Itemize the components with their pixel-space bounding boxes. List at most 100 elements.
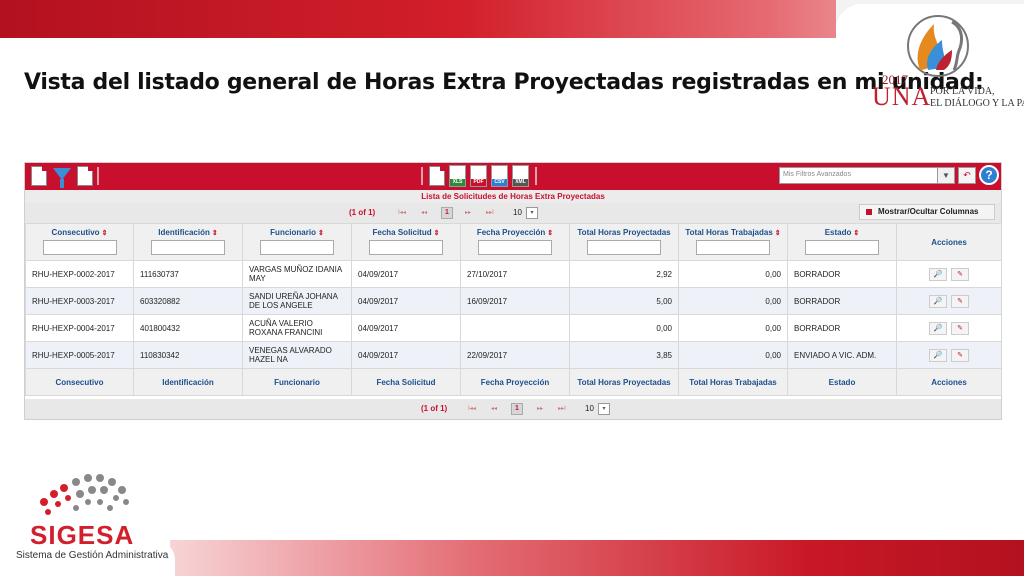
toggle-columns-button[interactable]: Mostrar/Ocultar Columnas [859, 204, 995, 220]
table-row[interactable]: RHU-HEXP-0004-2017 401800432 ACUÑA VALER… [25, 314, 1002, 342]
edit-icon[interactable]: ✎ [951, 267, 969, 281]
footer-column-label: Fecha Proyección [460, 368, 570, 396]
column-header[interactable]: Total Horas Trabajadas ⇕ [678, 223, 788, 261]
sigesa-name: SIGESA [30, 520, 135, 550]
filter-icon[interactable] [53, 168, 71, 188]
una-tagline-2: EL DIÁLOGO Y LA PAZ [930, 98, 1024, 109]
una-logo: 2017 UNA POR LA VIDA, EL DIÁLOGO Y LA PA… [868, 10, 1024, 118]
first-page-button[interactable]: I◂◂ [465, 404, 479, 414]
page-number-button[interactable]: 1 [511, 403, 523, 415]
cell-consecutivo: RHU-HEXP-0004-2017 [25, 314, 134, 342]
column-header-label: Fecha Solicitud [372, 228, 432, 237]
cell-identificacion: 110830342 [133, 341, 243, 369]
page-number-button[interactable]: 1 [441, 207, 453, 219]
sigesa-dots-icon [40, 474, 129, 515]
requests-table: Consecutivo ⇕ Identificación ⇕ Funcionario… [25, 223, 1002, 396]
last-page-button[interactable]: ▸▸I [555, 404, 569, 414]
sort-icon[interactable]: ⇕ [853, 230, 859, 237]
cell-estado: BORRADOR [787, 260, 897, 288]
app-window: XLS PDF CSV XML Mis Filtros Avanzados ▼ … [24, 162, 1002, 420]
column-header[interactable]: Consecutivo ⇕ [25, 223, 134, 261]
sort-icon[interactable]: ⇕ [212, 230, 218, 237]
view-icon[interactable]: 🔎 [929, 321, 947, 335]
una-flame-icon [907, 15, 969, 77]
cell-funcionario: SANDI UREÑA JOHANA DE LOS ANGELE [242, 287, 352, 315]
column-header-label: Identificación [158, 228, 210, 237]
cell-fecha-proyeccion: 16/09/2017 [460, 287, 570, 315]
sort-icon[interactable]: ⇕ [102, 230, 108, 237]
prev-page-button[interactable]: ◂◂ [417, 208, 431, 218]
sort-icon[interactable]: ⇕ [434, 230, 440, 237]
new-document-icon[interactable] [31, 166, 47, 186]
sort-icon[interactable]: ⇕ [318, 230, 324, 237]
help-icon[interactable]: ? [979, 165, 999, 185]
edit-icon[interactable]: ✎ [951, 321, 969, 335]
column-filter-input[interactable] [805, 240, 879, 255]
column-filter-input[interactable] [587, 240, 661, 255]
column-header[interactable]: Estado ⇕ [787, 223, 897, 261]
view-icon[interactable]: 🔎 [929, 267, 947, 281]
column-header[interactable]: Fecha Solicitud ⇕ [351, 223, 461, 261]
column-filter-input[interactable] [151, 240, 225, 255]
next-page-button[interactable]: ▸▸ [461, 208, 475, 218]
cell-fecha-solicitud: 04/09/2017 [351, 314, 461, 342]
column-header[interactable]: Identificación ⇕ [133, 223, 243, 261]
rows-per-page-value: 10 [513, 208, 522, 217]
cell-fecha-proyeccion [460, 314, 570, 342]
advanced-filters-select[interactable]: Mis Filtros Avanzados [779, 167, 955, 184]
column-filter-input[interactable] [696, 240, 770, 255]
last-page-button[interactable]: ▸▸I [483, 208, 497, 218]
export-xls-icon[interactable]: XLS [449, 165, 466, 187]
sigesa-subtitle: Sistema de Gestión Administrativa [16, 550, 169, 561]
cell-identificacion: 401800432 [133, 314, 243, 342]
cell-consecutivo: RHU-HEXP-0002-2017 [25, 260, 134, 288]
cell-identificacion: 111630737 [133, 260, 243, 288]
chevron-down-icon: ▾ [598, 403, 610, 415]
sort-icon[interactable]: ⇕ [775, 230, 781, 237]
export-csv-icon[interactable]: CSV [491, 165, 508, 187]
table-row[interactable]: RHU-HEXP-0005-2017 110830342 VENEGAS ALV… [25, 341, 1002, 369]
una-tagline-1: POR LA VIDA, [930, 86, 995, 97]
undo-button[interactable]: ↶ [958, 167, 976, 184]
cell-funcionario: VARGAS MUÑOZ IDANIA MAY [242, 260, 352, 288]
export-xml-icon[interactable]: XML [512, 165, 529, 187]
edit-icon[interactable]: ✎ [951, 348, 969, 362]
next-page-button[interactable]: ▸▸ [533, 404, 547, 414]
column-filter-input[interactable] [42, 240, 117, 255]
cell-acciones: 🔎 ✎ [896, 260, 1002, 288]
toolbar-separator [97, 167, 99, 185]
column-filter-input[interactable] [260, 240, 334, 255]
cell-horas-trabajadas: 0,00 [678, 260, 788, 288]
cell-horas-proyectadas: 0,00 [569, 314, 679, 342]
rows-per-page-select[interactable]: 10 ▾ [585, 403, 615, 416]
toolbar-separator [535, 167, 537, 185]
column-header-label: Estado [824, 228, 852, 237]
column-header[interactable]: Fecha Proyección ⇕ [460, 223, 570, 261]
cell-consecutivo: RHU-HEXP-0005-2017 [25, 341, 134, 369]
cell-funcionario: ACUÑA VALERIO ROXANA FRANCINI [242, 314, 352, 342]
bottom-decorative-band [170, 540, 1024, 576]
export-document-icon[interactable] [77, 166, 93, 186]
chevron-down-icon[interactable]: ▼ [937, 167, 955, 184]
footer-column-label: Total Horas Proyectadas [569, 368, 679, 396]
column-header[interactable]: Funcionario ⇕ [242, 223, 352, 261]
column-filter-input[interactable] [369, 240, 443, 255]
paginator-bottom: (1 of 1) I◂◂ ◂◂ 1 ▸▸ ▸▸I 10 ▾ [25, 399, 1001, 419]
table-row[interactable]: RHU-HEXP-0003-2017 603320882 SANDI UREÑA… [25, 287, 1002, 315]
cell-acciones: 🔎 ✎ [896, 314, 1002, 342]
view-icon[interactable]: 🔎 [929, 348, 947, 362]
edit-icon[interactable]: ✎ [951, 294, 969, 308]
first-page-button[interactable]: I◂◂ [395, 208, 409, 218]
view-icon[interactable]: 🔎 [929, 294, 947, 308]
table-row[interactable]: RHU-HEXP-0002-2017 111630737 VARGAS MUÑO… [25, 260, 1002, 288]
blank-document-icon[interactable] [429, 166, 445, 186]
export-pdf-icon[interactable]: PDF [470, 165, 487, 187]
cell-fecha-proyeccion: 27/10/2017 [460, 260, 570, 288]
rows-per-page-select[interactable]: 10 ▾ [513, 207, 543, 220]
column-filter-input[interactable] [478, 240, 552, 255]
prev-page-button[interactable]: ◂◂ [487, 404, 501, 414]
paginator-top: (1 of 1) I◂◂ ◂◂ 1 ▸▸ ▸▸I 10 ▾ [25, 203, 1001, 223]
column-header[interactable]: Total Horas Proyectadas [569, 223, 679, 261]
cell-fecha-solicitud: 04/09/2017 [351, 341, 461, 369]
sort-icon[interactable]: ⇕ [547, 230, 553, 237]
